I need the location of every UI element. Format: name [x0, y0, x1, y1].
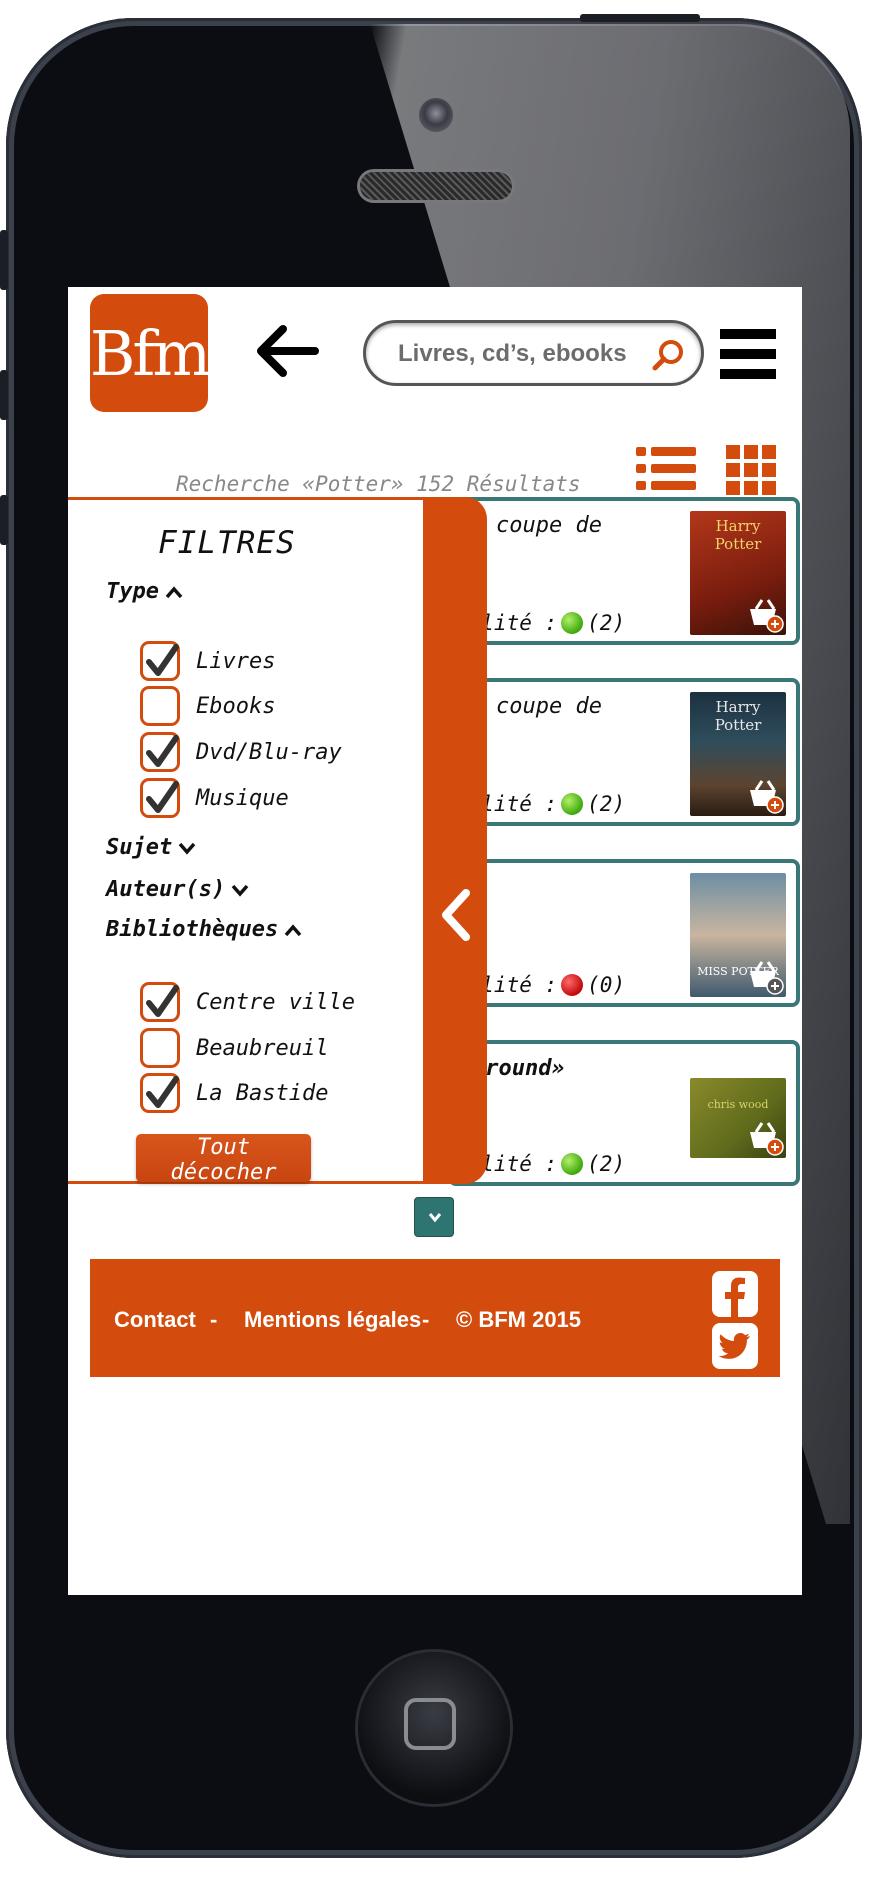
section-label: Bibliothèques — [106, 917, 279, 942]
dvd-cover[interactable]: MISS POTTER — [690, 873, 786, 997]
chevron-left-icon[interactable] — [438, 887, 474, 943]
grid-view-icon[interactable] — [726, 445, 776, 495]
basket-add-icon[interactable] — [746, 778, 784, 814]
phone-volume-down — [0, 495, 8, 545]
chevron-down-icon — [178, 842, 196, 855]
footer: Contact - Mentions légales - © BFM 2015 — [90, 1259, 780, 1377]
option-label: Centre ville — [196, 989, 355, 1015]
status-dot — [561, 1153, 584, 1175]
checkbox[interactable] — [140, 732, 180, 772]
checkbox[interactable] — [140, 1028, 180, 1068]
status-dot — [561, 793, 584, 815]
filter-panel-toggle[interactable] — [423, 497, 487, 1184]
dvd-cover[interactable]: Harry Potter — [690, 692, 786, 816]
availability-count: (0) — [587, 973, 626, 997]
filter-option-beaubreuil[interactable]: Beaubreuil — [140, 1028, 328, 1068]
cover-text: chris wood — [707, 1098, 769, 1111]
status-dot — [561, 612, 584, 634]
logo-text: Bfm — [89, 316, 211, 390]
logo[interactable]: Bfm — [89, 294, 211, 412]
hamburger-menu-icon[interactable] — [720, 329, 776, 379]
section-label: Type — [106, 579, 159, 604]
book-cover[interactable]: Harry Potter — [690, 511, 786, 635]
filter-section-type[interactable]: Type — [106, 579, 183, 604]
filter-option-la-bastide[interactable]: La Bastide — [140, 1073, 328, 1113]
checkmark-icon — [146, 781, 179, 813]
section-label: Auteur(s) — [106, 877, 226, 902]
scroll-down-button[interactable] — [414, 1197, 454, 1237]
filter-section-bibliotheques[interactable]: Bibliothèques — [106, 917, 302, 942]
status-dot — [561, 974, 584, 996]
phone-side-button — [0, 230, 8, 290]
filters-title: FILTRES — [158, 525, 296, 561]
option-label: Livres — [196, 648, 276, 674]
contact-link[interactable]: Contact — [114, 1307, 196, 1333]
footer-separator: - — [210, 1307, 218, 1332]
availability-count: (2) — [587, 611, 626, 635]
uncheck-all-button[interactable]: Tout décocher — [136, 1134, 311, 1185]
earpiece-speaker — [360, 172, 512, 200]
cover-text: Harry Potter — [714, 517, 762, 553]
chevron-down-icon — [231, 884, 249, 897]
card-title: coupe de — [496, 694, 602, 719]
filter-option-livres[interactable]: Livres — [140, 641, 275, 681]
checkbox[interactable] — [140, 686, 180, 726]
phone-power-button — [580, 14, 700, 22]
card-title: coupe de — [496, 513, 602, 538]
search-icon[interactable] — [651, 337, 687, 373]
facebook-icon[interactable] — [712, 1271, 758, 1317]
list-view-icon[interactable] — [636, 445, 696, 493]
checkbox[interactable] — [140, 1073, 180, 1113]
chevron-up-icon — [165, 585, 183, 598]
availability-count: (2) — [587, 792, 626, 816]
back-arrow-icon[interactable] — [253, 321, 323, 381]
footer-separator: - — [422, 1307, 430, 1332]
filter-option-centre-ville[interactable]: Centre ville — [140, 982, 355, 1022]
basket-add-icon[interactable] — [746, 597, 784, 633]
legal-notice-link[interactable]: Mentions légales — [244, 1307, 421, 1333]
copyright: © BFM 2015 — [456, 1307, 582, 1332]
checkmark-icon — [146, 985, 179, 1017]
search-box[interactable] — [363, 320, 704, 386]
chevron-down-icon — [428, 1213, 442, 1223]
front-camera — [419, 98, 453, 132]
checkmark-icon — [146, 735, 179, 767]
filter-panel: FILTRES Type Livres Ebooks Dvd/Blu-ray M… — [68, 497, 487, 1185]
option-label: La Bastide — [196, 1080, 329, 1106]
filter-option-dvd-bluray[interactable]: Dvd/Blu-ray — [140, 732, 342, 772]
basket-add-icon[interactable] — [746, 959, 784, 995]
section-label: Sujet — [106, 835, 173, 860]
phone-volume-up — [0, 370, 8, 420]
home-button-icon — [404, 1698, 456, 1750]
checkbox[interactable] — [140, 778, 180, 818]
chevron-up-icon — [284, 923, 302, 936]
results-summary: Recherche «Potter» 152 Résultats — [176, 472, 581, 496]
app-screen: Bfm Recherche «Potter» 152 Résultats cou… — [68, 287, 802, 1595]
result-card[interactable]: bilité : (0) MISS POTTER — [448, 859, 800, 1007]
option-label: Beaubreuil — [196, 1035, 329, 1061]
result-card[interactable]: ground» bilité : (2) chris wood — [448, 1040, 800, 1186]
option-label: Dvd/Blu-ray — [196, 739, 342, 765]
option-label: Ebooks — [196, 693, 276, 719]
availability-count: (2) — [587, 1152, 626, 1176]
filter-section-sujet[interactable]: Sujet — [106, 835, 196, 860]
result-card[interactable]: coupe de bilité : (2) Harry Potter — [448, 497, 800, 645]
checkbox[interactable] — [140, 641, 180, 681]
twitter-icon[interactable] — [712, 1323, 758, 1369]
search-input[interactable] — [396, 335, 650, 373]
basket-add-icon[interactable] — [746, 1120, 784, 1156]
cover-text: Harry Potter — [714, 698, 762, 734]
filter-section-auteurs[interactable]: Auteur(s) — [106, 877, 249, 902]
option-label: Musique — [196, 785, 289, 811]
cd-cover[interactable]: chris wood — [690, 1078, 786, 1158]
filter-option-musique[interactable]: Musique — [140, 778, 289, 818]
checkmark-icon — [146, 1076, 179, 1108]
checkbox[interactable] — [140, 982, 180, 1022]
result-card[interactable]: coupe de bilité : (2) Harry Potter — [448, 678, 800, 826]
filter-option-ebooks[interactable]: Ebooks — [140, 686, 275, 726]
checkmark-icon — [146, 644, 179, 676]
